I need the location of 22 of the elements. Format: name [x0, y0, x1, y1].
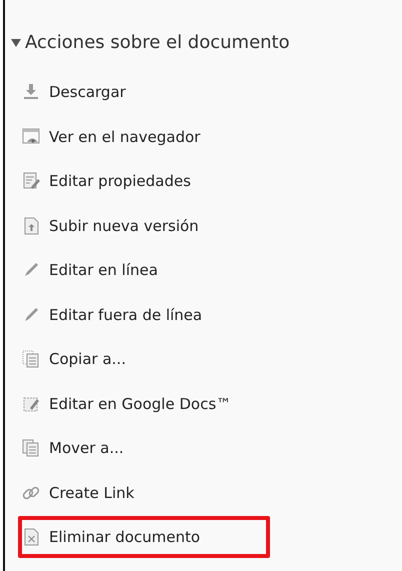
- document-pencil-icon: [22, 172, 40, 190]
- document-x-icon: [22, 528, 40, 546]
- menu-item[interactable]: Ver en el navegador: [22, 128, 200, 146]
- menu-item[interactable]: Editar en Google Docs™: [22, 394, 232, 413]
- menu-item[interactable]: Subir nueva versión: [22, 216, 199, 235]
- menu-item[interactable]: Editar propiedades: [22, 172, 191, 190]
- menu-item[interactable]: Descargar: [22, 83, 126, 102]
- pencil-icon: [22, 306, 40, 324]
- download-icon: [22, 83, 40, 102]
- browser-eye-icon: [22, 128, 40, 146]
- document-pencil-icon: [22, 394, 40, 413]
- copy-documents-icon: [22, 350, 40, 368]
- menu-item[interactable]: Copiar a...: [22, 350, 126, 368]
- document-upload-icon: [22, 216, 40, 235]
- menu-item[interactable]: Editar en línea: [22, 261, 158, 280]
- section-title[interactable]: Acciones sobre el documento: [25, 32, 290, 53]
- documents-icon: [22, 439, 40, 458]
- menu-item[interactable]: Create Link: [22, 484, 134, 502]
- menu-item[interactable]: Mover a...: [22, 439, 124, 458]
- expanded-triangle-icon[interactable]: [11, 38, 21, 48]
- menu-item[interactable]: Eliminar documento: [22, 528, 200, 546]
- menu-item[interactable]: Editar fuera de línea: [22, 306, 202, 324]
